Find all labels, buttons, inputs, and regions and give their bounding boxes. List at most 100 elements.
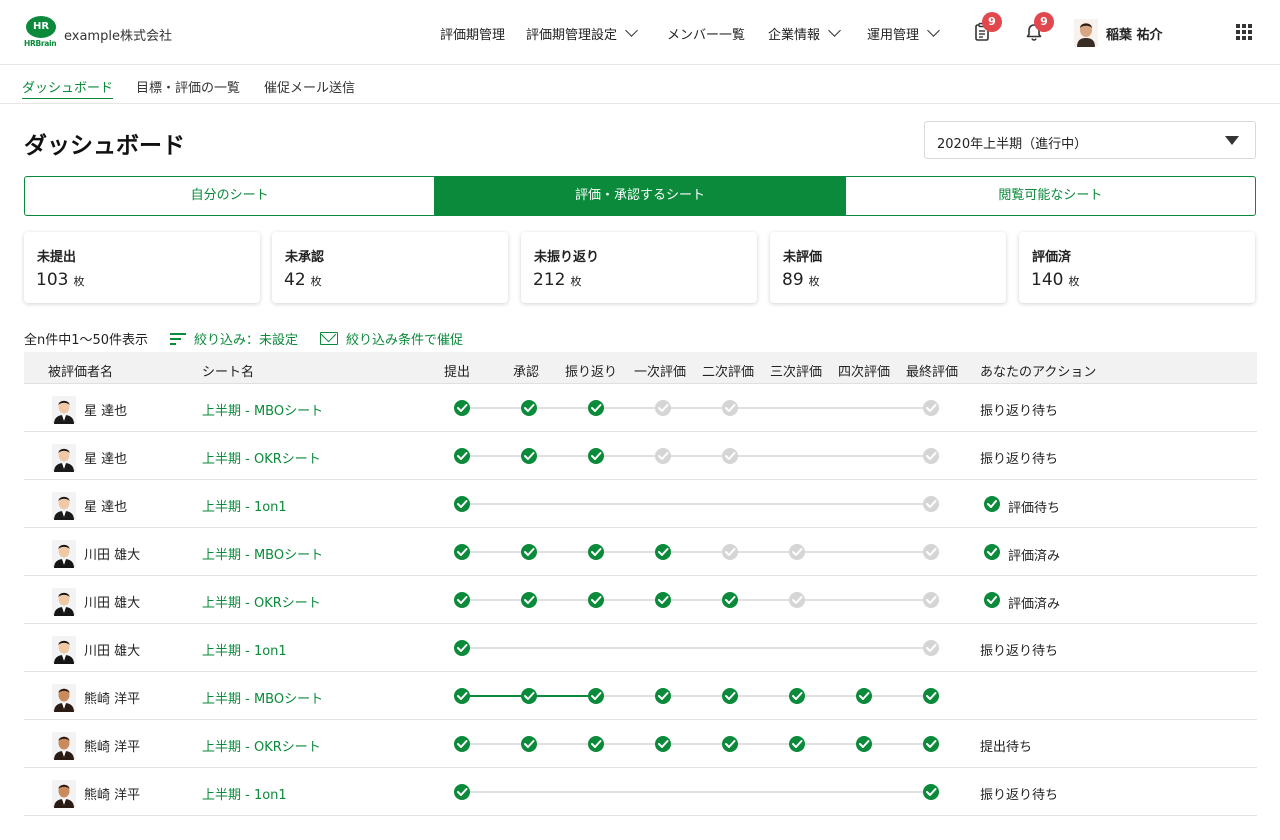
user-name[interactable]: 稲葉 祐介 [1106, 24, 1163, 43]
step-pending-check-icon [789, 592, 805, 608]
table-row[interactable]: 熊崎 洋平 上半期 - 1on1 振り返り待ち [24, 768, 1257, 816]
logo-bubble: HR [26, 16, 56, 38]
progress-tracker [452, 639, 942, 657]
step-done-check-icon [655, 544, 671, 560]
action-label: 評価待ち [1008, 500, 1061, 516]
column-header-name: 被評価者名 [48, 365, 114, 380]
table-row[interactable]: 川田 雄大 上半期 - 1on1 振り返り待ち [24, 624, 1257, 672]
action-label: 評価済み [1008, 596, 1061, 612]
step-pending-check-icon [923, 400, 939, 416]
evaluatee-name: 星 達也 [84, 500, 128, 515]
filter-button[interactable]: 絞り込み：未設定 [170, 329, 298, 348]
sheet-link[interactable]: 上半期 - OKRシート [202, 448, 321, 467]
stat-label: 未承認 [285, 250, 325, 265]
avatar [52, 588, 76, 616]
step-pending-check-icon [722, 400, 738, 416]
tab-viewable-sheets[interactable]: 閲覧可能なシート [844, 177, 1255, 215]
sheet-link[interactable]: 上半期 - 1on1 [202, 496, 287, 515]
step-done-check-icon [655, 688, 671, 704]
step-pending-check-icon [923, 640, 939, 656]
stat-value: 89 枚 [782, 270, 820, 290]
check-circle-icon [984, 496, 1000, 516]
stat-card-unsubmitted[interactable]: 未提出 103 枚 [24, 232, 260, 303]
evaluatee-name: 川田 雄大 [84, 548, 141, 563]
stat-card-unapproved[interactable]: 未承認 42 枚 [272, 232, 508, 303]
step-done-check-icon [789, 688, 805, 704]
nav-item-members[interactable]: メンバー一覧 [667, 24, 746, 43]
nav-label: 評価期管理設定 [526, 27, 618, 43]
action-status: 振り返り待ち [980, 400, 1058, 419]
table-row[interactable]: 星 達也 上半期 - MBOシート 振り返り待ち [24, 384, 1257, 432]
step-pending-check-icon [923, 496, 939, 512]
period-select[interactable]: 2020年上半期（進行中） [924, 121, 1256, 159]
action-status: 評価済み [980, 544, 1060, 564]
progress-tracker [452, 687, 942, 705]
subnav-reminder-mail[interactable]: 催促メール送信 [264, 77, 355, 98]
avatar [52, 396, 76, 424]
step-pending-check-icon [923, 544, 939, 560]
nav-item-company-info[interactable]: 企業情報 [768, 24, 841, 43]
column-header-step: 承認 [513, 365, 540, 380]
step-done-check-icon [856, 688, 872, 704]
sheet-link[interactable]: 上半期 - MBOシート [202, 400, 323, 419]
step-done-check-icon [722, 688, 738, 704]
step-done-check-icon [454, 544, 470, 560]
evaluatee-name: 星 達也 [84, 404, 128, 419]
sheet-link[interactable]: 上半期 - 1on1 [202, 784, 287, 803]
evaluatee-name: 熊崎 洋平 [84, 788, 141, 803]
subnav-dashboard[interactable]: ダッシュボード [22, 77, 114, 99]
step-done-check-icon [923, 736, 939, 752]
nav-label: メンバー一覧 [667, 27, 746, 43]
column-header-step: 提出 [444, 365, 471, 380]
step-done-check-icon [521, 400, 537, 416]
progress-tracker [452, 495, 942, 513]
step-done-check-icon [588, 544, 604, 560]
action-label: 提出待ち [980, 740, 1033, 755]
step-done-check-icon [454, 688, 470, 704]
table-row[interactable]: 熊崎 洋平 上半期 - MBOシート [24, 672, 1257, 720]
table-row[interactable]: 星 達也 上半期 - OKRシート 振り返り待ち [24, 432, 1257, 480]
check-circle-icon [984, 544, 1000, 564]
avatar [52, 636, 76, 664]
step-pending-check-icon [923, 592, 939, 608]
table-row[interactable]: 熊崎 洋平 上半期 - OKRシート 提出待ち [24, 720, 1257, 768]
stat-label: 未振り返り [534, 250, 600, 265]
nav-item-evaluation-periods[interactable]: 評価期管理 [440, 24, 506, 43]
progress-tracker [452, 399, 942, 417]
step-done-check-icon [923, 784, 939, 800]
avatar [52, 732, 76, 760]
stat-card-unevaluated[interactable]: 未評価 89 枚 [770, 232, 1006, 303]
nav-label: 評価期管理 [440, 27, 506, 43]
sheet-link[interactable]: 上半期 - OKRシート [202, 736, 321, 755]
remind-by-filter-button[interactable]: 絞り込み条件で催促 [320, 329, 463, 348]
table-row[interactable]: 川田 雄大 上半期 - OKRシート 評価済み [24, 576, 1257, 624]
stat-value: 212 枚 [533, 270, 582, 290]
nav-item-operations[interactable]: 運用管理 [867, 24, 940, 43]
stat-card-unreflected[interactable]: 未振り返り 212 枚 [521, 232, 757, 303]
table-row[interactable]: 川田 雄大 上半期 - MBOシート 評価済み [24, 528, 1257, 576]
hrbrain-logo[interactable]: HR HRBrain [24, 16, 58, 49]
action-status: 振り返り待ち [980, 448, 1058, 467]
column-header-step: 一次評価 [634, 365, 687, 380]
stat-card-evaluated[interactable]: 評価済 140 枚 [1019, 232, 1255, 303]
sheet-link[interactable]: 上半期 - MBOシート [202, 544, 323, 563]
nav-label: 運用管理 [867, 27, 920, 43]
user-avatar[interactable] [1074, 19, 1098, 47]
check-circle-icon [984, 592, 1000, 612]
step-done-check-icon [521, 448, 537, 464]
tab-evaluate-approve-sheets[interactable]: 評価・承認するシート [434, 177, 845, 215]
subnav-goals-list[interactable]: 目標・評価の一覧 [136, 77, 240, 98]
nav-item-period-settings[interactable]: 評価期管理設定 [526, 24, 638, 43]
step-done-check-icon [521, 736, 537, 752]
table-row[interactable]: 星 達也 上半期 - 1on1 評価待ち [24, 480, 1257, 528]
action-label: 振り返り待ち [980, 644, 1059, 659]
step-done-check-icon [521, 688, 537, 704]
avatar [52, 780, 76, 808]
step-done-check-icon [588, 448, 604, 464]
app-grid-icon[interactable] [1236, 24, 1252, 40]
tab-my-sheets[interactable]: 自分のシート [25, 177, 434, 215]
sheet-link[interactable]: 上半期 - OKRシート [202, 592, 321, 611]
sheet-link[interactable]: 上半期 - MBOシート [202, 688, 323, 707]
sheet-link[interactable]: 上半期 - 1on1 [202, 640, 287, 659]
avatar [52, 540, 76, 568]
